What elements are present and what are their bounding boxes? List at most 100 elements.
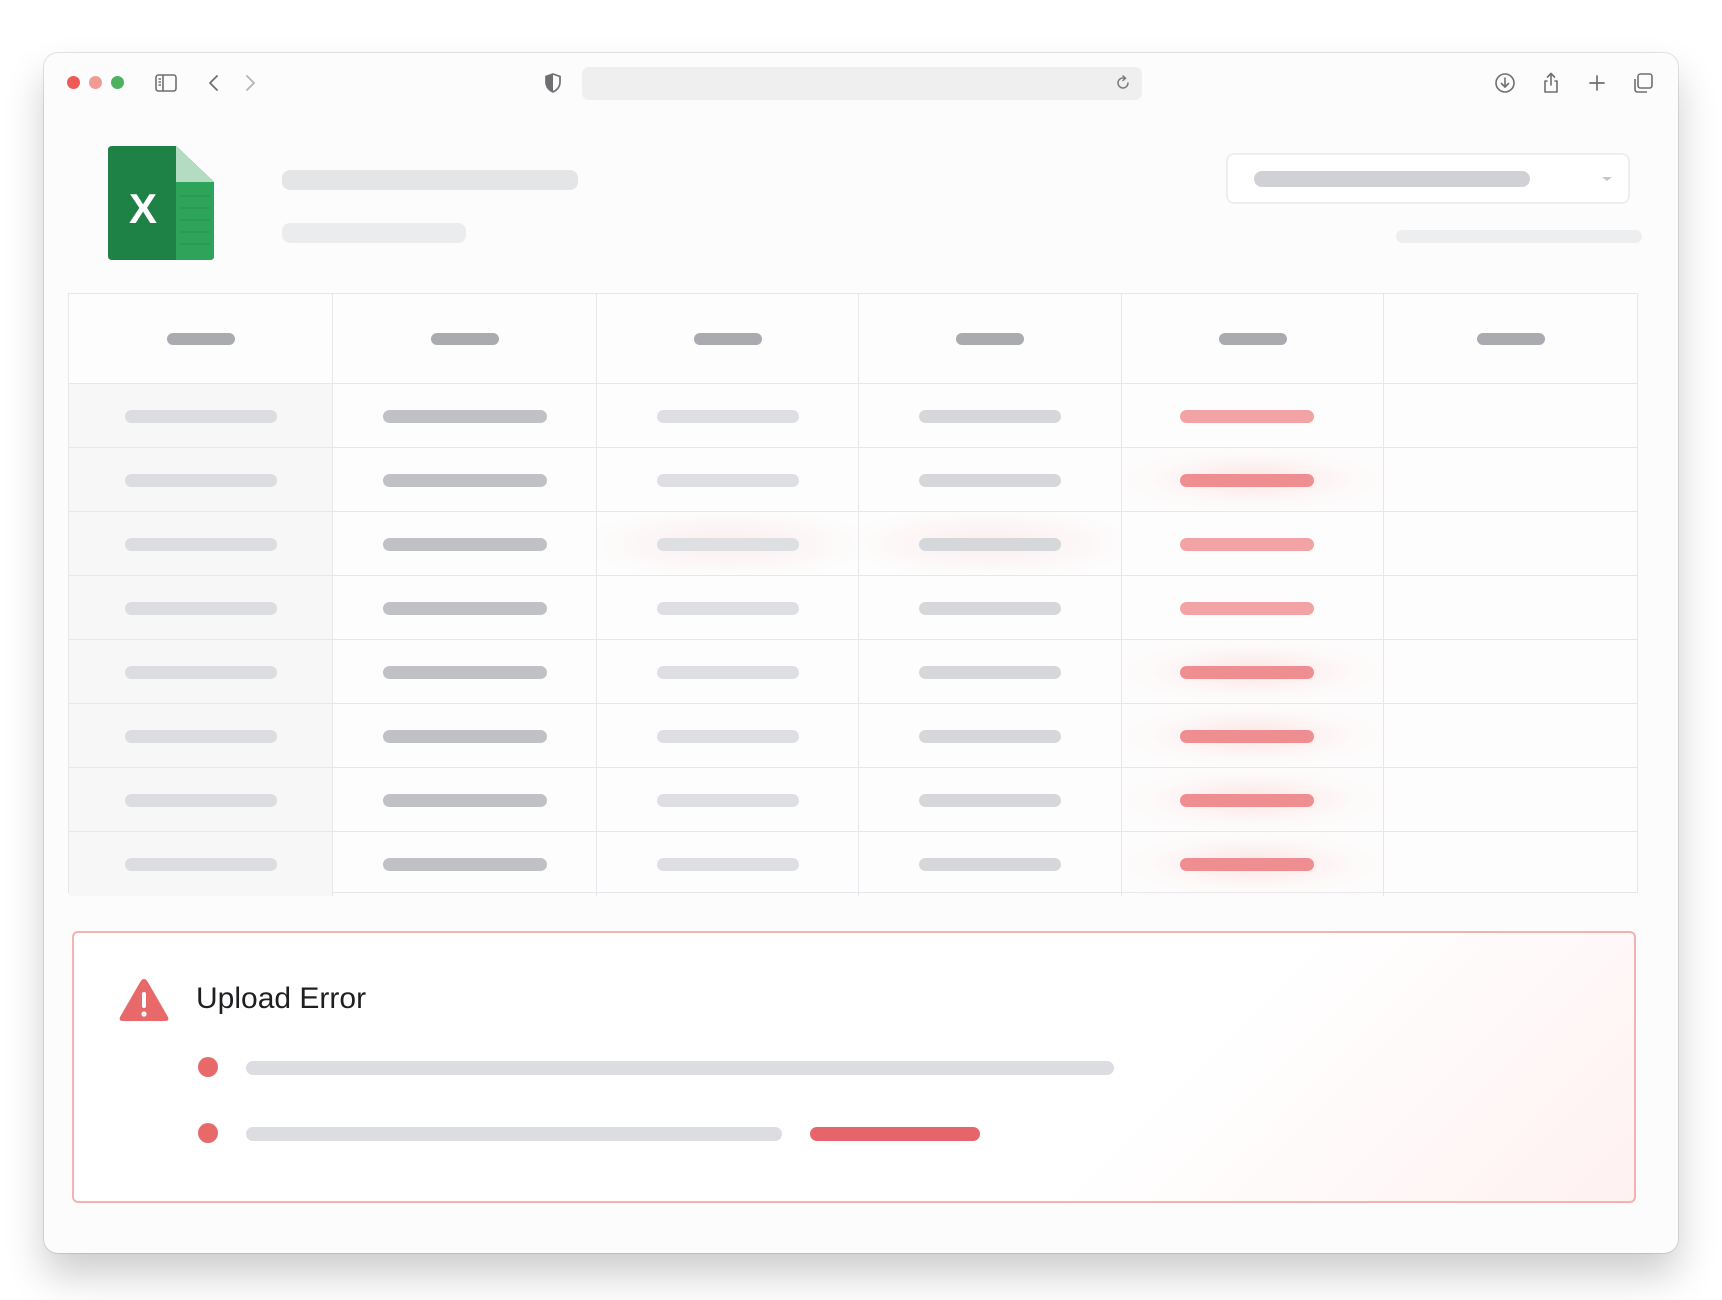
table-cell[interactable] bbox=[859, 384, 1122, 448]
sheet-select-dropdown[interactable] bbox=[1226, 153, 1630, 204]
table-cell[interactable] bbox=[859, 640, 1122, 704]
error-message-placeholder bbox=[246, 1127, 782, 1141]
column-header-placeholder bbox=[693, 332, 762, 345]
table-cell[interactable] bbox=[1122, 768, 1384, 832]
table-cell[interactable] bbox=[69, 576, 333, 640]
new-tab-icon[interactable] bbox=[1585, 71, 1609, 95]
shield-icon[interactable] bbox=[541, 71, 565, 95]
back-icon[interactable] bbox=[202, 71, 226, 95]
error-bullet bbox=[198, 1123, 218, 1143]
table-cell[interactable] bbox=[1122, 448, 1384, 512]
share-icon[interactable] bbox=[1539, 71, 1563, 95]
cell-value-placeholder bbox=[124, 793, 277, 807]
column-header[interactable] bbox=[333, 294, 597, 384]
table-cell[interactable] bbox=[333, 448, 597, 512]
error-link-placeholder[interactable] bbox=[810, 1127, 980, 1141]
error-title: Upload Error bbox=[196, 982, 367, 1015]
table-cell[interactable] bbox=[597, 576, 859, 640]
browser-window: X Upload Error bbox=[44, 53, 1678, 1253]
cell-value-placeholder bbox=[382, 409, 547, 423]
dropdown-caption-placeholder bbox=[1396, 230, 1642, 243]
warning-triangle-icon bbox=[118, 977, 170, 1023]
cell-value-placeholder bbox=[919, 793, 1061, 807]
table-cell[interactable] bbox=[333, 832, 597, 896]
table-cell[interactable] bbox=[859, 768, 1122, 832]
table-cell[interactable] bbox=[1122, 384, 1384, 448]
column-header[interactable] bbox=[1384, 294, 1637, 384]
table-cell[interactable] bbox=[69, 512, 333, 576]
minimize-window-button[interactable] bbox=[89, 76, 102, 89]
table-cell[interactable] bbox=[597, 768, 859, 832]
table-cell[interactable] bbox=[1122, 704, 1384, 768]
address-bar[interactable] bbox=[582, 67, 1142, 100]
table-cell[interactable] bbox=[859, 576, 1122, 640]
table-cell[interactable] bbox=[597, 512, 859, 576]
table-cell[interactable] bbox=[1384, 576, 1637, 640]
column-header[interactable] bbox=[69, 294, 333, 384]
table-cell[interactable] bbox=[69, 832, 333, 896]
table-cell[interactable] bbox=[333, 576, 597, 640]
cell-value-placeholder bbox=[382, 473, 547, 487]
column-header-placeholder bbox=[956, 332, 1024, 345]
table-cell[interactable] bbox=[333, 384, 597, 448]
column-header[interactable] bbox=[859, 294, 1122, 384]
table-cell[interactable] bbox=[333, 640, 597, 704]
cell-value-placeholder bbox=[656, 793, 799, 807]
table-cell[interactable] bbox=[333, 768, 597, 832]
table-cell[interactable] bbox=[1384, 512, 1637, 576]
table-cell[interactable] bbox=[1384, 704, 1637, 768]
reload-icon[interactable] bbox=[1112, 72, 1134, 94]
cell-value-placeholder bbox=[656, 473, 799, 487]
table-cell[interactable] bbox=[333, 704, 597, 768]
cell-value-placeholder bbox=[656, 601, 799, 615]
table-cell[interactable] bbox=[333, 512, 597, 576]
table-cell[interactable] bbox=[1122, 512, 1384, 576]
cell-value-placeholder bbox=[919, 601, 1061, 615]
cell-value-placeholder bbox=[656, 409, 799, 423]
file-name-placeholder bbox=[282, 170, 578, 190]
table-cell[interactable] bbox=[597, 704, 859, 768]
zoom-window-button[interactable] bbox=[111, 76, 124, 89]
table-cell[interactable] bbox=[69, 768, 333, 832]
table-cell[interactable] bbox=[1384, 640, 1637, 704]
table-cell[interactable] bbox=[69, 448, 333, 512]
cell-value-placeholder bbox=[919, 473, 1061, 487]
error-cell-placeholder bbox=[1179, 409, 1314, 423]
error-cell-placeholder bbox=[1179, 858, 1314, 871]
table-cell[interactable] bbox=[597, 448, 859, 512]
column-header[interactable] bbox=[1122, 294, 1384, 384]
table-cell[interactable] bbox=[1122, 576, 1384, 640]
table-cell[interactable] bbox=[1384, 768, 1637, 832]
cell-value-placeholder bbox=[656, 665, 799, 679]
error-cell-placeholder bbox=[1179, 729, 1314, 743]
cell-value-placeholder bbox=[919, 729, 1061, 743]
table-cell[interactable] bbox=[859, 832, 1122, 896]
table-cell[interactable] bbox=[1384, 832, 1637, 896]
cell-value-placeholder bbox=[919, 665, 1061, 679]
table-cell[interactable] bbox=[859, 512, 1122, 576]
column-header-placeholder bbox=[1476, 332, 1545, 345]
table-cell[interactable] bbox=[1384, 384, 1637, 448]
browser-toolbar bbox=[44, 53, 1678, 113]
table-cell[interactable] bbox=[597, 640, 859, 704]
table-cell[interactable] bbox=[69, 384, 333, 448]
forward-icon[interactable] bbox=[238, 71, 262, 95]
table-cell[interactable] bbox=[69, 704, 333, 768]
table-cell[interactable] bbox=[597, 384, 859, 448]
table-cell[interactable] bbox=[859, 704, 1122, 768]
table-cell[interactable] bbox=[1122, 832, 1384, 896]
tabs-overview-icon[interactable] bbox=[1631, 71, 1655, 95]
download-icon[interactable] bbox=[1493, 71, 1517, 95]
error-cell-placeholder bbox=[1179, 473, 1314, 487]
error-cell-placeholder bbox=[1179, 601, 1314, 615]
table-cell[interactable] bbox=[859, 448, 1122, 512]
table-cell[interactable] bbox=[1122, 640, 1384, 704]
table-cell[interactable] bbox=[69, 640, 333, 704]
sidebar-icon[interactable] bbox=[154, 71, 178, 95]
error-bullet bbox=[198, 1057, 218, 1077]
table-cell[interactable] bbox=[1384, 448, 1637, 512]
table-cell[interactable] bbox=[597, 832, 859, 896]
cell-value-placeholder bbox=[124, 409, 277, 423]
close-window-button[interactable] bbox=[67, 76, 80, 89]
column-header[interactable] bbox=[597, 294, 859, 384]
